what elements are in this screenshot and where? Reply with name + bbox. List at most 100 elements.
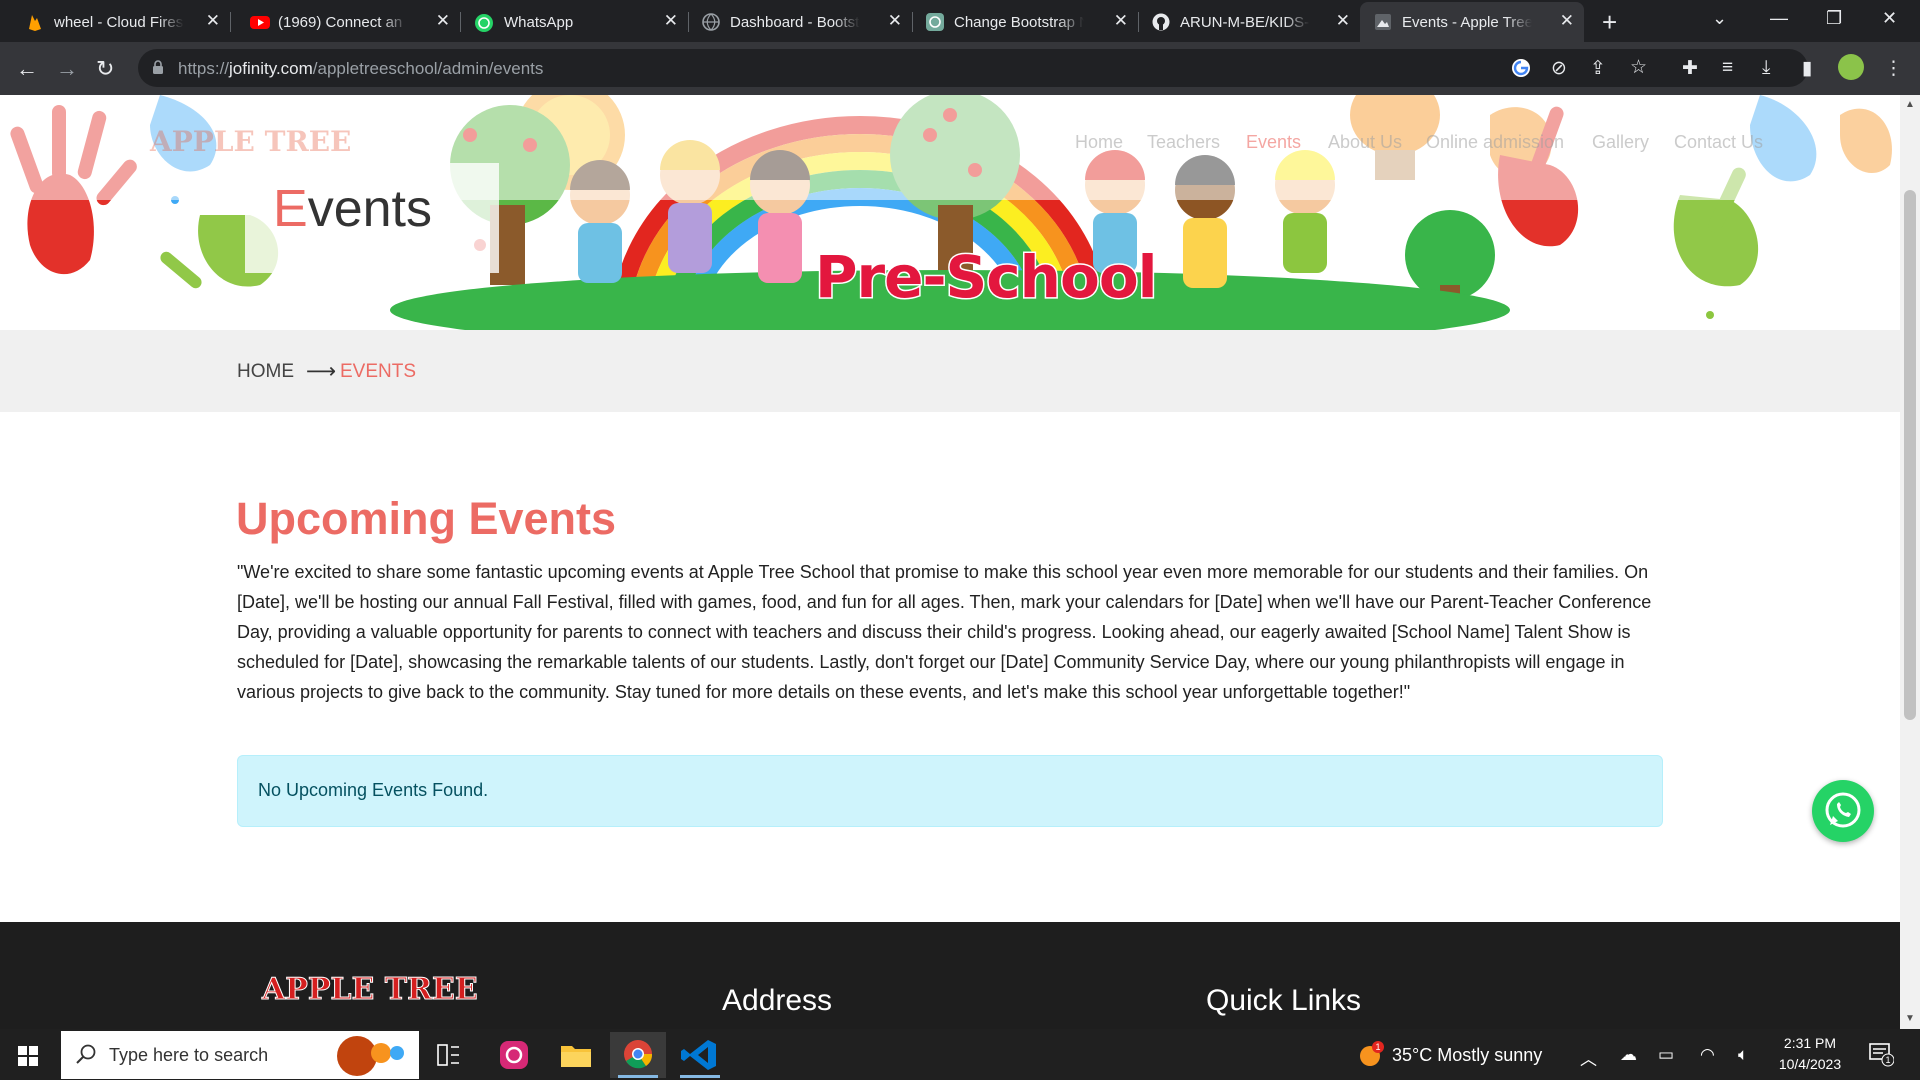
footer-logo[interactable]: APPLE TREE bbox=[262, 972, 479, 1008]
volume-icon[interactable]: 🔈︎ bbox=[1738, 1045, 1748, 1065]
windows-taskbar: Type here to search 1 35°C Mostly sunny … bbox=[0, 1029, 1920, 1080]
onedrive-icon[interactable]: ☁ bbox=[1620, 1045, 1637, 1065]
weather-icon[interactable]: 1 bbox=[1356, 1041, 1384, 1074]
tab-search-icon[interactable]: ⌄ bbox=[1712, 8, 1727, 29]
tab-label: Dashboard - Bootstrap bbox=[730, 14, 860, 31]
star-icon[interactable]: ☆ bbox=[1630, 56, 1647, 79]
search-icon bbox=[75, 1043, 97, 1070]
breadcrumb-home-link[interactable]: HOME bbox=[237, 361, 294, 383]
tab-separator bbox=[912, 12, 913, 32]
close-icon[interactable]: ✕ bbox=[436, 11, 450, 31]
kebab-menu-icon[interactable]: ⋮ bbox=[1884, 57, 1903, 80]
tab-separator bbox=[230, 12, 231, 32]
site-logo[interactable]: APPLE TREE bbox=[150, 125, 351, 158]
footer-address-heading: Address bbox=[722, 984, 833, 1017]
tab-separator bbox=[688, 12, 689, 32]
instagram-icon[interactable] bbox=[486, 1032, 542, 1078]
whatsapp-chat-button[interactable] bbox=[1812, 780, 1874, 842]
taskbar-clock[interactable]: 2:31 PM 10/4/2023 bbox=[1774, 1033, 1846, 1075]
tab-firestore[interactable]: wheel - Cloud Firestore ✕ bbox=[0, 2, 230, 42]
notification-icon[interactable]: 1 bbox=[1868, 1041, 1895, 1072]
tab-separator bbox=[460, 12, 461, 32]
hero-title: Events bbox=[273, 180, 432, 238]
scroll-up-icon[interactable]: ▲ bbox=[1905, 99, 1915, 110]
tab-label: ARUN-M-BE/KIDS-SCHOOL bbox=[1180, 14, 1310, 31]
new-tab-button[interactable]: + bbox=[1602, 7, 1617, 38]
chrome-taskbar-icon[interactable] bbox=[610, 1032, 666, 1078]
vscode-icon[interactable] bbox=[672, 1032, 728, 1078]
eye-off-icon[interactable]: ⊘ bbox=[1551, 57, 1567, 80]
avatar[interactable] bbox=[1838, 54, 1864, 80]
youtube-icon bbox=[250, 13, 270, 31]
wifi-icon[interactable]: ◠ bbox=[1700, 1045, 1715, 1065]
tab-youtube[interactable]: (1969) Connect an HTML ✕ bbox=[232, 2, 460, 42]
nav-teachers[interactable]: Teachers bbox=[1147, 132, 1220, 153]
tab-label: (1969) Connect an HTML bbox=[278, 14, 408, 31]
nav-events[interactable]: Events bbox=[1246, 132, 1301, 153]
chevron-up-icon[interactable]: ︿ bbox=[1580, 1045, 1597, 1070]
lock-icon bbox=[152, 60, 164, 74]
svg-text:1: 1 bbox=[1375, 1042, 1380, 1052]
github-icon bbox=[1152, 13, 1170, 31]
breadcrumb: HOME ⟶ EVENTS bbox=[0, 330, 1900, 412]
close-icon[interactable]: ✕ bbox=[1336, 11, 1350, 31]
clock-date: 10/4/2023 bbox=[1778, 1056, 1842, 1072]
events-description: "We're excited to share some fantastic u… bbox=[237, 562, 1652, 702]
close-icon[interactable]: ✕ bbox=[888, 11, 902, 31]
forward-arrow-icon[interactable]: → bbox=[56, 56, 78, 82]
taskbar-search-input[interactable]: Type here to search bbox=[61, 1031, 419, 1079]
google-lens-icon[interactable] bbox=[1511, 58, 1531, 84]
share-icon[interactable]: ⇪ bbox=[1590, 57, 1606, 80]
nav-about-us[interactable]: About Us bbox=[1328, 132, 1402, 153]
download-icon[interactable]: ⤓ bbox=[1762, 57, 1770, 79]
battery-icon[interactable]: ▭ bbox=[1658, 1045, 1674, 1065]
tab-events-active[interactable]: Events - Apple Tree School ✕ bbox=[1360, 2, 1584, 42]
breadcrumb-current: EVENTS bbox=[340, 361, 417, 382]
reload-icon[interactable]: ↻ bbox=[96, 56, 114, 82]
nav-home[interactable]: Home bbox=[1075, 132, 1123, 153]
restore-button[interactable]: ❐ bbox=[1826, 8, 1842, 29]
tab-label: WhatsApp bbox=[504, 14, 574, 31]
close-icon[interactable]: ✕ bbox=[664, 11, 678, 31]
url-text: https://jofinity.com/appletreeschool/adm… bbox=[178, 59, 544, 78]
scrollbar-thumb[interactable] bbox=[1904, 190, 1916, 720]
task-view-icon[interactable] bbox=[420, 1032, 476, 1078]
side-panel-icon[interactable]: ▮ bbox=[1802, 57, 1812, 80]
media-queue-icon[interactable]: ≡ bbox=[1722, 57, 1733, 79]
tab-chatgpt[interactable]: Change Bootstrap Nav ✕ bbox=[914, 2, 1138, 42]
close-icon[interactable]: ✕ bbox=[1560, 11, 1574, 31]
banner-preschool-text: Pre-School bbox=[814, 242, 1160, 313]
page-scrollbar[interactable]: ▲ ▼ bbox=[1900, 95, 1920, 1029]
close-window-button[interactable]: ✕ bbox=[1882, 8, 1897, 29]
clock-time: 2:31 PM bbox=[1783, 1035, 1837, 1051]
nav-gallery[interactable]: Gallery bbox=[1592, 132, 1649, 153]
browser-toolbar: ← → ↻ https://jofinity.com/appletreescho… bbox=[0, 42, 1920, 95]
nav-contact-us[interactable]: Contact Us bbox=[1674, 132, 1763, 153]
windows-start-icon[interactable] bbox=[18, 1046, 38, 1066]
weather-text[interactable]: 35°C Mostly sunny bbox=[1392, 1045, 1542, 1066]
globe-icon bbox=[702, 13, 720, 31]
nav-online-admission[interactable]: Online admission bbox=[1426, 132, 1564, 153]
tab-github[interactable]: ARUN-M-BE/KIDS-SCHOOL ✕ bbox=[1140, 2, 1360, 42]
scroll-down-icon[interactable]: ▼ bbox=[1905, 1013, 1915, 1024]
file-explorer-icon[interactable] bbox=[548, 1032, 604, 1078]
back-arrow-icon[interactable]: ← bbox=[16, 56, 38, 82]
close-icon[interactable]: ✕ bbox=[206, 11, 220, 31]
extensions-icon[interactable]: ✚ bbox=[1682, 57, 1698, 80]
close-icon[interactable]: ✕ bbox=[1114, 11, 1128, 31]
chatgpt-icon bbox=[926, 13, 944, 31]
search-placeholder: Type here to search bbox=[109, 1045, 269, 1065]
address-bar[interactable]: https://jofinity.com/appletreeschool/adm… bbox=[138, 49, 1808, 87]
firebase-icon bbox=[26, 13, 44, 31]
tab-label: Change Bootstrap Nav bbox=[954, 14, 1084, 31]
active-app-indicator bbox=[680, 1075, 720, 1078]
tab-separator bbox=[1138, 12, 1139, 32]
page-viewport: APPLE TREE Home Teachers Events About Us… bbox=[0, 95, 1900, 1029]
tab-dashboard[interactable]: Dashboard - Bootstrap ✕ bbox=[690, 2, 912, 42]
site-footer: APPLE TREE Address Quick Links bbox=[0, 922, 1900, 1029]
tab-whatsapp[interactable]: WhatsApp ✕ bbox=[462, 2, 688, 42]
alert-message: No Upcoming Events Found. bbox=[258, 780, 489, 800]
search-highlight-icon bbox=[337, 1036, 404, 1076]
minimize-button[interactable]: — bbox=[1770, 8, 1788, 29]
svg-text:1: 1 bbox=[1885, 1055, 1890, 1065]
